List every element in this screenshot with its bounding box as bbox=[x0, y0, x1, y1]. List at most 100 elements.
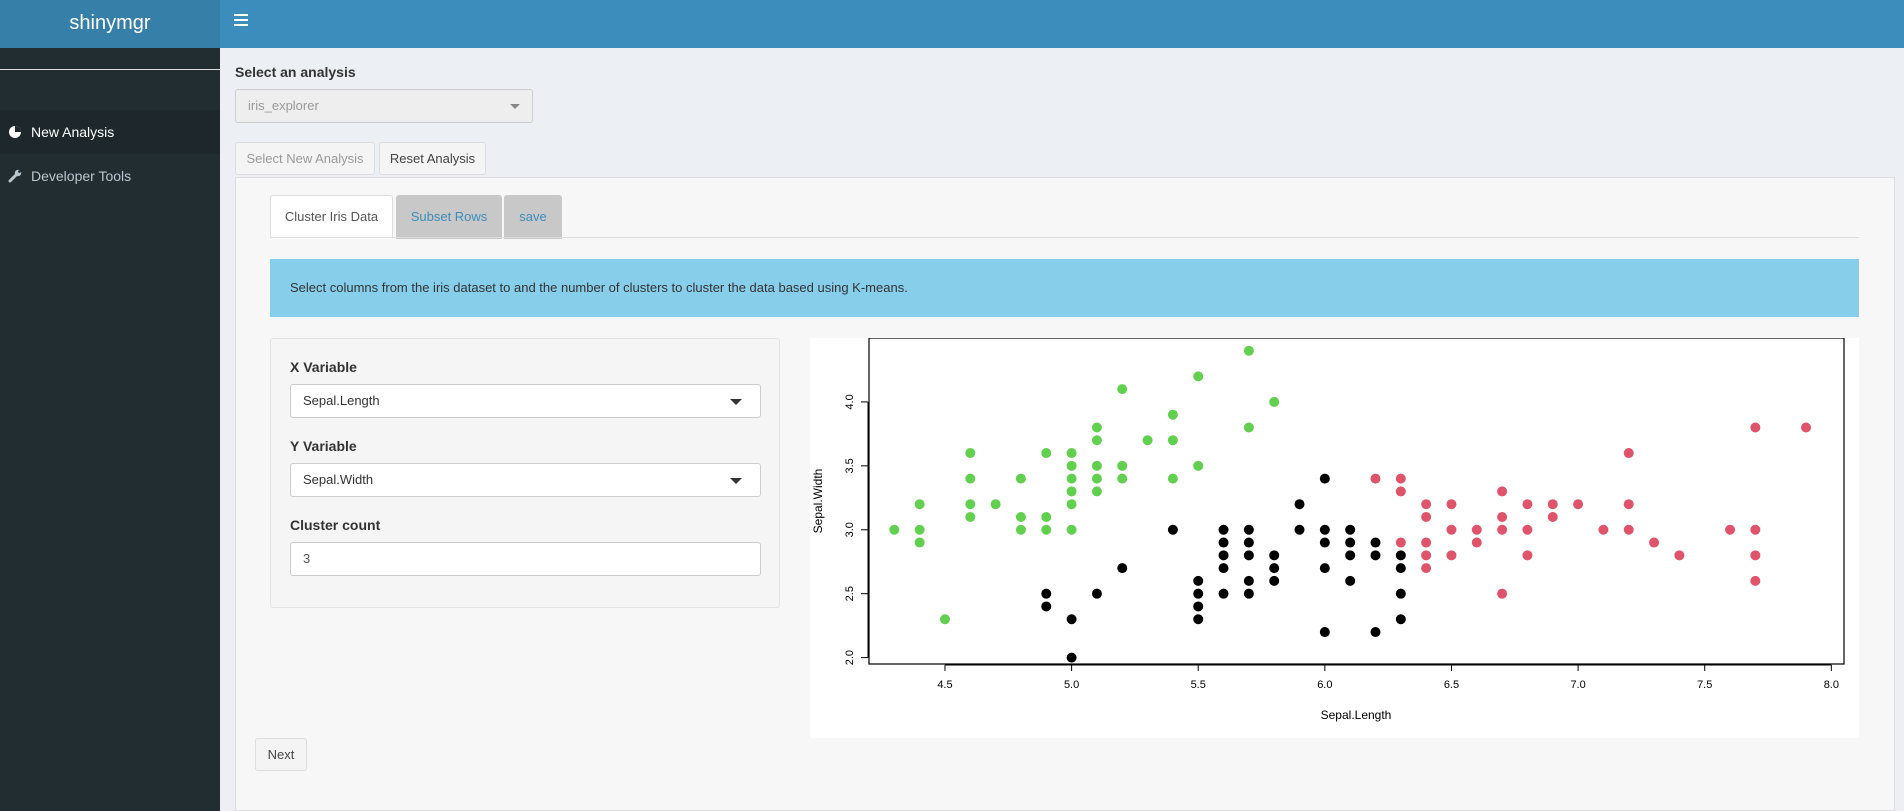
data-point bbox=[1142, 435, 1153, 446]
data-point bbox=[1193, 601, 1204, 612]
data-point bbox=[965, 448, 976, 459]
tab-save[interactable]: save bbox=[504, 195, 562, 239]
data-point bbox=[1446, 499, 1457, 510]
data-point bbox=[1041, 601, 1052, 612]
data-point bbox=[1066, 448, 1077, 459]
data-point bbox=[1421, 499, 1432, 510]
data-point bbox=[1091, 460, 1102, 471]
app-title: shinymgr bbox=[0, 0, 220, 48]
data-point bbox=[1395, 563, 1406, 574]
y-variable-select[interactable]: Sepal.Width bbox=[290, 463, 761, 497]
top-header: shinymgr bbox=[0, 0, 1904, 48]
data-point bbox=[1319, 524, 1330, 535]
select-new-analysis-button: Select New Analysis bbox=[235, 142, 375, 175]
sidebar-divider bbox=[0, 69, 220, 70]
control-well: X Variable Sepal.Length Y Variable Sepal… bbox=[270, 338, 780, 608]
sidebar-toggle-icon[interactable] bbox=[234, 14, 248, 28]
data-point bbox=[1801, 422, 1812, 433]
data-point bbox=[1294, 524, 1305, 535]
sidebar-item-label: New Analysis bbox=[31, 124, 115, 140]
plot-frame bbox=[868, 338, 1845, 665]
data-point bbox=[1218, 537, 1229, 548]
x-tick-label: 8.0 bbox=[1824, 679, 1839, 691]
cluster-count-label: Cluster count bbox=[290, 517, 381, 533]
data-point bbox=[1193, 575, 1204, 586]
data-point bbox=[1218, 588, 1229, 599]
data-point bbox=[1750, 575, 1761, 586]
x-tick-label: 4.5 bbox=[937, 679, 952, 691]
data-point bbox=[914, 524, 925, 535]
data-point bbox=[1522, 524, 1533, 535]
next-button[interactable]: Next bbox=[255, 738, 307, 771]
data-point bbox=[1446, 550, 1457, 561]
data-point bbox=[1041, 448, 1052, 459]
data-point bbox=[1091, 435, 1102, 446]
main-content: Select an analysis iris_explorer Select … bbox=[220, 48, 1904, 811]
sidebar-item-new-analysis[interactable]: New Analysis bbox=[0, 110, 220, 154]
data-point bbox=[1243, 588, 1254, 599]
data-point bbox=[990, 499, 1001, 510]
data-point bbox=[1193, 371, 1204, 382]
data-point bbox=[1370, 473, 1381, 484]
data-point bbox=[1750, 524, 1761, 535]
data-point bbox=[1319, 627, 1330, 638]
x-variable-value: Sepal.Length bbox=[303, 393, 380, 408]
x-tick-label: 6.0 bbox=[1317, 679, 1332, 691]
data-point bbox=[1674, 550, 1685, 561]
chevron-down-icon bbox=[730, 399, 742, 405]
y-variable-value: Sepal.Width bbox=[303, 472, 374, 487]
data-point bbox=[1091, 486, 1102, 497]
data-point bbox=[1345, 550, 1356, 561]
data-point bbox=[1497, 588, 1508, 599]
data-point bbox=[1345, 537, 1356, 548]
info-alert: Select columns from the iris dataset to … bbox=[270, 259, 1859, 317]
scatter-plot: Sepal.Length Sepal.Width 4.5 5.0 5.5 6.0 6.5… bbox=[810, 338, 1859, 738]
y-tick-label: 3.5 bbox=[844, 458, 856, 473]
data-point bbox=[1243, 524, 1254, 535]
data-point bbox=[1218, 550, 1229, 561]
data-point bbox=[1294, 499, 1305, 510]
data-point bbox=[1243, 537, 1254, 548]
data-point bbox=[1066, 524, 1077, 535]
y-axis-label: Sepal.Width bbox=[811, 469, 825, 534]
scatter-plot-svg: Sepal.Length Sepal.Width 4.5 5.0 5.5 6.0 6.5… bbox=[811, 338, 1845, 722]
data-point bbox=[1750, 550, 1761, 561]
data-point bbox=[1649, 537, 1660, 548]
data-point bbox=[1623, 448, 1634, 459]
data-point bbox=[914, 499, 925, 510]
data-point bbox=[1269, 550, 1280, 561]
sidebar: New Analysis Developer Tools bbox=[0, 48, 220, 811]
data-point bbox=[965, 499, 976, 510]
reset-analysis-button[interactable]: Reset Analysis bbox=[379, 142, 486, 175]
analysis-select-value: iris_explorer bbox=[248, 98, 319, 113]
tab-cluster-iris-data[interactable]: Cluster Iris Data bbox=[270, 195, 393, 239]
y-tick-label: 2.5 bbox=[844, 586, 856, 601]
data-point bbox=[1015, 524, 1026, 535]
data-point bbox=[1395, 537, 1406, 548]
data-point bbox=[1497, 524, 1508, 535]
tab-subset-rows[interactable]: Subset Rows bbox=[396, 195, 502, 239]
data-point bbox=[965, 511, 976, 522]
cluster-count-input[interactable]: 3 bbox=[290, 542, 761, 576]
data-point bbox=[1446, 524, 1457, 535]
data-point bbox=[1167, 435, 1178, 446]
data-point bbox=[1066, 460, 1077, 471]
data-point bbox=[1243, 345, 1254, 356]
data-point bbox=[1167, 524, 1178, 535]
data-point bbox=[914, 537, 925, 548]
data-point bbox=[1421, 563, 1432, 574]
data-point bbox=[1547, 511, 1558, 522]
data-point bbox=[1497, 486, 1508, 497]
data-point bbox=[1243, 550, 1254, 561]
data-point bbox=[1421, 537, 1432, 548]
data-point bbox=[1395, 473, 1406, 484]
data-point bbox=[1167, 409, 1178, 420]
wrench-icon bbox=[8, 154, 24, 198]
data-point bbox=[1750, 422, 1761, 433]
data-point bbox=[1167, 473, 1178, 484]
sidebar-item-developer-tools[interactable]: Developer Tools bbox=[0, 154, 220, 198]
x-variable-select[interactable]: Sepal.Length bbox=[290, 384, 761, 418]
data-point bbox=[1218, 563, 1229, 574]
data-point bbox=[1218, 524, 1229, 535]
data-point bbox=[1066, 473, 1077, 484]
